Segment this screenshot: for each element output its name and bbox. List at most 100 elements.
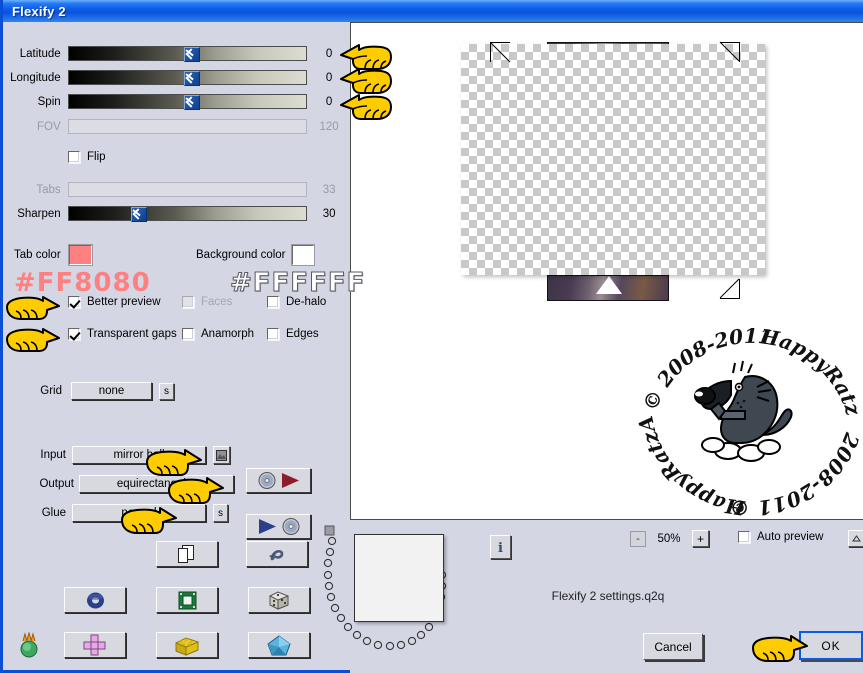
zoom-in-button[interactable]: + (692, 530, 709, 547)
load-settings-button[interactable] (246, 468, 311, 493)
output-label: Output (39, 478, 74, 490)
watermark-ring: © 2008-2011 HappyRatzAlan 2008-2011 © Ha… (631, 285, 863, 520)
auto-preview-checkbox[interactable] (738, 531, 750, 543)
ok-button[interactable]: OK (799, 631, 863, 660)
slider-track-spin[interactable] (67, 94, 308, 110)
slider-label-sharpen: Sharpen (17, 207, 61, 220)
slider-knob-sharpen[interactable] (130, 207, 147, 222)
brick-button[interactable] (156, 632, 218, 658)
preview-corner-br-icon (719, 278, 741, 300)
checkbox-faces: Faces (182, 296, 232, 308)
undo-button[interactable] (246, 541, 308, 567)
tab-color-row: Tab color (14, 245, 92, 265)
faces-checkbox (182, 296, 194, 308)
edges-checkbox[interactable] (267, 328, 279, 340)
info-button[interactable]: i (490, 535, 511, 559)
svg-text:HappyRatzAlan: HappyRatzAlan (631, 285, 747, 520)
preview-image-strip-bottom (547, 275, 669, 301)
de-halo-checkbox[interactable] (267, 296, 279, 308)
bulb-icon-decoration (16, 631, 42, 658)
window-title: Flexify 2 (12, 3, 66, 19)
grid-combo[interactable]: none (71, 382, 152, 400)
transparent-gaps-label: Transparent gaps (87, 328, 177, 340)
checkbox-de-halo[interactable]: De-halo (267, 296, 326, 308)
glue-row: Glue normal s (34, 504, 228, 522)
glue-label: Glue (41, 507, 66, 519)
transparent-gaps-checkbox[interactable] (68, 328, 80, 340)
slider-knob-latitude[interactable] (183, 47, 200, 62)
glue-combo[interactable]: normal (72, 504, 206, 522)
slider-track-latitude[interactable] (67, 46, 308, 62)
blue-gem-icon (267, 634, 291, 655)
anamorph-label: Anamorph (201, 328, 255, 340)
better-preview-label: Better preview (87, 296, 161, 308)
de-halo-label: De-halo (286, 296, 327, 308)
preview-panel[interactable]: © 2008-2011 HappyRatzAlan 2008-2011 © Ha… (350, 22, 863, 520)
preview-transparent-area (461, 44, 765, 275)
glue-side-button[interactable]: s (213, 504, 228, 522)
slider-label-tabs: Tabs (36, 183, 61, 196)
caret-up-icon (851, 535, 861, 542)
undo-arrow-icon (269, 549, 284, 561)
input-picker-button[interactable] (213, 446, 230, 464)
gem-button[interactable] (248, 632, 310, 658)
checkbox-transparent-gaps[interactable]: Transparent gaps (68, 328, 177, 340)
slider-knob-spin[interactable] (183, 95, 200, 110)
disc-to-arrow-icon (258, 472, 299, 489)
watermark-stamp: © 2008-2011 HappyRatzAlan 2008-2011 © Ha… (631, 285, 863, 520)
checkbox-anamorph[interactable]: Anamorph (182, 328, 254, 340)
background-color-swatch[interactable] (291, 245, 314, 265)
slider-label-spin: Spin (37, 95, 61, 108)
cross-net-button[interactable] (64, 632, 126, 658)
grid-row: Grid none s (34, 382, 174, 400)
window-titlebar: Flexify 2 (3, 0, 863, 22)
dice-button[interactable] (248, 587, 310, 613)
output-combo[interactable]: equirectangular (79, 475, 234, 493)
preview-corner-tr-icon (719, 41, 741, 63)
input-label: Input (40, 449, 66, 461)
slider-track-sharpen[interactable] (67, 206, 308, 222)
torus-button[interactable] (64, 587, 126, 613)
input-combo[interactable]: mirror ball (72, 446, 206, 464)
flexify-window: Flexify 2 © 2008-2011 HappyRat 2008-2011… (0, 0, 863, 673)
flip-label: Flip (87, 151, 106, 163)
flip-checkbox[interactable] (68, 151, 80, 163)
tab-color-label: Tab color (14, 249, 61, 261)
slider-value-latitude[interactable]: 0 (312, 48, 346, 60)
slider-row-latitude: Latitude 0 (6, 46, 346, 62)
auto-preview-row[interactable]: Auto preview (738, 531, 823, 543)
zoom-out-button[interactable]: - (630, 530, 646, 547)
square-button[interactable] (156, 587, 218, 613)
zoom-controls: - 50% + (630, 530, 709, 547)
slider-label-longitude: Longitude (10, 71, 61, 84)
checkbox-edges[interactable]: Edges (267, 328, 319, 340)
copy-button[interactable] (156, 541, 218, 567)
input-row: Input mirror ball (34, 446, 230, 464)
slider-knob-longitude[interactable] (183, 71, 200, 86)
slider-value-spin[interactable]: 0 (312, 96, 346, 108)
collapse-button[interactable] (848, 530, 863, 547)
slider-value-sharpen[interactable]: 30 (312, 208, 346, 220)
tab-color-hex: #FF8080 (14, 268, 151, 298)
background-color-row: Background color (196, 245, 314, 265)
slider-label-fov: FOV (37, 120, 61, 133)
image-thumb-icon (216, 449, 227, 461)
cancel-button[interactable]: Cancel (643, 633, 703, 660)
faces-label: Faces (201, 296, 233, 308)
flip-row: Flip (68, 151, 106, 163)
checkbox-better-preview[interactable]: Better preview (68, 296, 161, 308)
output-row: Output equirectangular (34, 475, 234, 493)
slider-track-longitude[interactable] (67, 70, 308, 86)
info-icon: i (498, 541, 503, 554)
arrow-to-disc-icon (258, 518, 299, 535)
anamorph-checkbox[interactable] (182, 328, 194, 340)
better-preview-checkbox[interactable] (68, 296, 80, 308)
tab-color-swatch[interactable] (68, 245, 92, 265)
slider-value-longitude[interactable]: 0 (312, 72, 346, 84)
grid-side-button[interactable]: s (159, 382, 174, 400)
auto-preview-label: Auto preview (757, 531, 824, 543)
watermark-dog-icon (694, 360, 793, 462)
slider-value-tabs: 33 (322, 183, 336, 196)
save-settings-button[interactable] (246, 514, 311, 539)
preview-thumbnail[interactable] (354, 534, 444, 622)
